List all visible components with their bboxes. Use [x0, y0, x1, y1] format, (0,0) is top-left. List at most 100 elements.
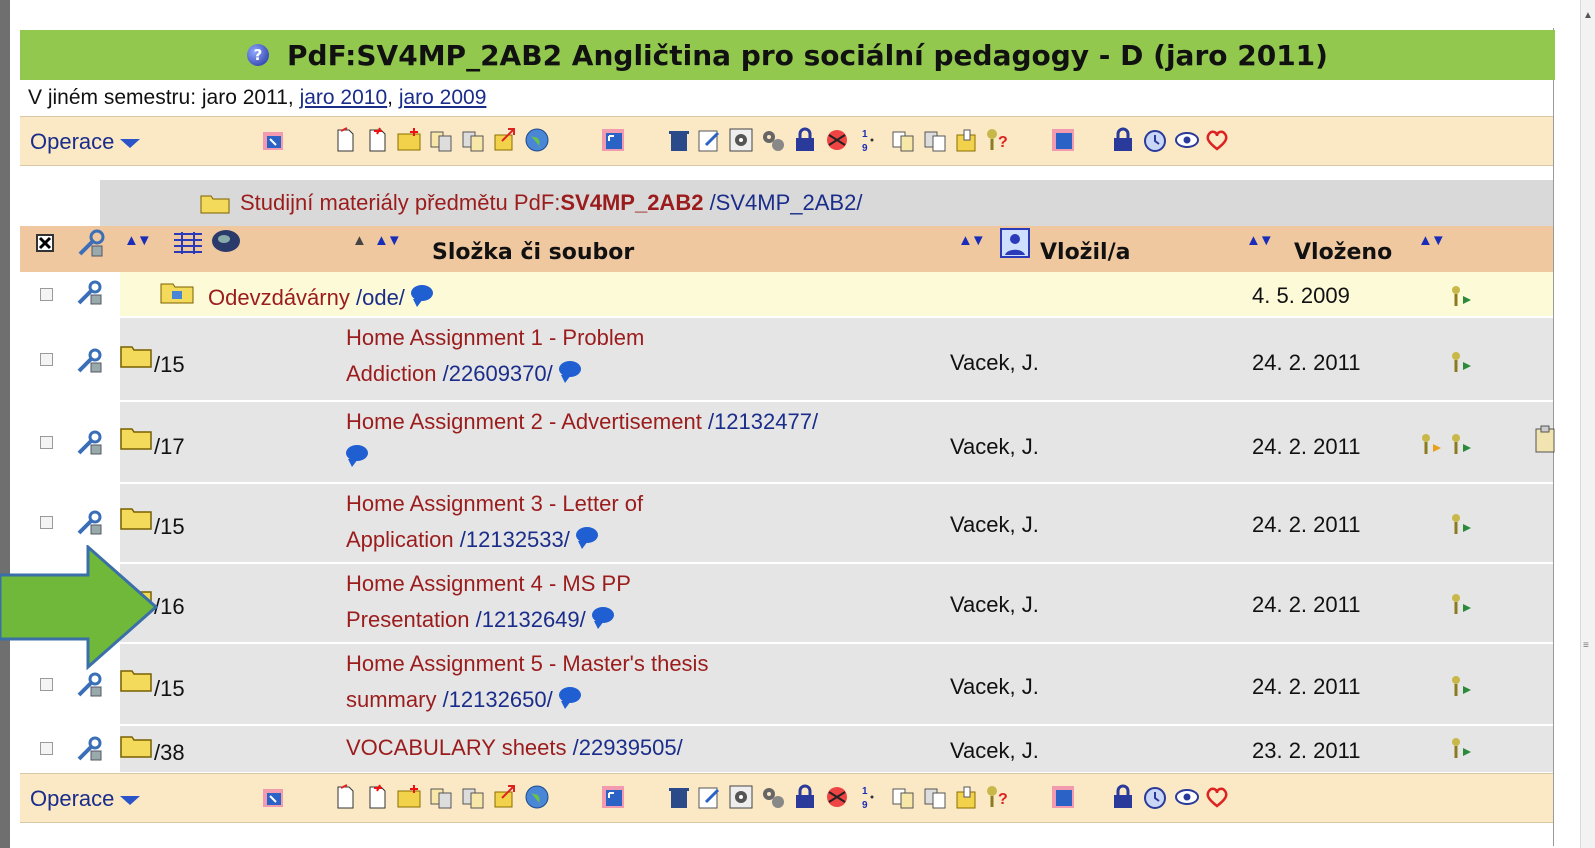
stamp-icon[interactable] — [824, 127, 850, 153]
folder-link[interactable]: Odevzdávárny /ode/ — [208, 280, 433, 316]
help-icon[interactable]: ? — [247, 44, 270, 66]
key-help-icon[interactable]: ? — [984, 127, 1010, 153]
sort-arrows-date-icon[interactable]: ▲▼ — [1246, 232, 1274, 249]
archive-icon[interactable] — [954, 784, 980, 810]
key-help-icon[interactable]: ? — [984, 784, 1010, 810]
folder-icon[interactable] — [120, 734, 152, 758]
settings-icon[interactable] — [728, 127, 754, 153]
row-checkbox[interactable] — [40, 742, 53, 755]
upload-icon[interactable] — [332, 784, 358, 810]
key-icon[interactable] — [1450, 674, 1474, 698]
edit-icon[interactable] — [696, 784, 722, 810]
sort-arrows-name-icon[interactable]: ▲▼ — [374, 232, 402, 249]
sort-up-icon[interactable]: ▲ — [352, 232, 367, 249]
copy-icon[interactable] — [428, 127, 454, 153]
vertical-scrollbar[interactable] — [1580, 0, 1595, 848]
column-header-author[interactable]: Vložil/a — [1040, 240, 1130, 265]
paste-icon[interactable] — [922, 784, 948, 810]
row-checkbox[interactable] — [40, 516, 53, 529]
key-icon[interactable] — [1450, 284, 1474, 308]
row-checkbox[interactable] — [40, 353, 53, 366]
folder-icon[interactable] — [120, 506, 152, 530]
sort-arrows-author-icon[interactable]: ▲▼ — [958, 232, 986, 249]
edit-icon[interactable] — [696, 127, 722, 153]
alarm-icon[interactable] — [1142, 784, 1168, 810]
wrench-icon[interactable] — [76, 278, 104, 306]
export-icon[interactable] — [492, 784, 518, 810]
dropbox-folder-icon[interactable] — [160, 280, 194, 304]
lock2-icon[interactable] — [1110, 784, 1136, 810]
comment-bubble-icon[interactable] — [410, 285, 433, 308]
comment-bubble-icon[interactable] — [591, 607, 614, 630]
new-file-icon[interactable] — [364, 127, 390, 153]
row-checkbox[interactable] — [40, 288, 53, 301]
folder-link[interactable]: Home Assignment 4 - MS PP Presentation /1… — [346, 566, 631, 638]
upload-icon[interactable] — [332, 127, 358, 153]
wrench-icon[interactable] — [76, 346, 104, 374]
trash-icon[interactable] — [666, 784, 692, 810]
key-icon[interactable] — [1450, 512, 1474, 536]
comment-bubble-icon[interactable] — [575, 527, 598, 550]
clipboard-icon[interactable] — [1534, 424, 1556, 454]
new-folder-icon[interactable] — [396, 784, 422, 810]
folder-link[interactable]: Home Assignment 5 - Master's thesis summa… — [346, 646, 708, 718]
folder-link[interactable]: Home Assignment 3 - Letter of Application… — [346, 486, 643, 558]
export-icon[interactable] — [492, 127, 518, 153]
wrench-icon[interactable] — [76, 734, 104, 762]
wrench-icon[interactable] — [76, 508, 104, 536]
copy2-icon[interactable] — [890, 127, 916, 153]
column-header-date[interactable]: Vloženo — [1294, 240, 1392, 265]
eye-icon[interactable] — [1174, 127, 1200, 153]
new-file-icon[interactable] — [364, 784, 390, 810]
paste-icon[interactable] — [922, 127, 948, 153]
select-icon[interactable] — [600, 127, 626, 153]
key-icon[interactable] — [1450, 592, 1474, 616]
heart-icon[interactable] — [1204, 127, 1230, 153]
new-folder-icon[interactable] — [396, 127, 422, 153]
eye-icon[interactable] — [1174, 784, 1200, 810]
copy-icon[interactable] — [428, 784, 454, 810]
sort-icon[interactable]: 19 — [854, 127, 880, 153]
comment-bubble-icon[interactable] — [558, 687, 581, 710]
wrench-icon[interactable] — [76, 428, 104, 456]
archive-icon[interactable] — [954, 127, 980, 153]
folder-link[interactable]: VOCABULARY sheets /22939505/ — [346, 730, 683, 766]
wrench-icon[interactable] — [76, 228, 106, 258]
column-header-name[interactable]: Složka či soubor — [432, 240, 634, 265]
move-icon[interactable] — [460, 127, 486, 153]
settings-icon[interactable] — [728, 784, 754, 810]
deselect-all-icon[interactable] — [36, 234, 54, 252]
grid-icon[interactable] — [172, 230, 204, 254]
lock-icon[interactable] — [792, 784, 818, 810]
sort-arrows-icon[interactable]: ▲▼ — [124, 232, 152, 249]
select2-icon[interactable] — [1050, 784, 1076, 810]
globe-icon[interactable] — [524, 127, 550, 153]
row-checkbox[interactable] — [40, 436, 53, 449]
comment-bubble-icon[interactable] — [346, 445, 368, 468]
select-all-icon[interactable] — [260, 127, 286, 153]
sort-arrows-extra-icon[interactable]: ▲▼ — [1418, 232, 1446, 249]
folder-icon[interactable] — [120, 668, 152, 692]
select2-icon[interactable] — [1050, 127, 1076, 153]
key-edit-icon[interactable] — [1420, 432, 1444, 456]
trash-icon[interactable] — [666, 127, 692, 153]
folder-link[interactable]: Home Assignment 2 - Advertisement /12132… — [346, 404, 818, 476]
key-icon[interactable] — [1450, 736, 1474, 760]
row-checkbox[interactable] — [40, 678, 53, 691]
folder-icon[interactable] — [120, 426, 152, 450]
move-icon[interactable] — [460, 784, 486, 810]
heart-icon[interactable] — [1204, 784, 1230, 810]
alarm-icon[interactable] — [1142, 127, 1168, 153]
scroll-up-arrow-icon[interactable]: ▲ — [1583, 10, 1593, 21]
folder-link[interactable]: Home Assignment 1 - Problem Addiction /22… — [346, 320, 644, 392]
operace-menu-button[interactable]: Operace — [30, 129, 141, 155]
comment-bubble-icon[interactable] — [558, 361, 581, 384]
wrench-icon[interactable] — [76, 670, 104, 698]
lock2-icon[interactable] — [1110, 127, 1136, 153]
globe-icon[interactable] — [524, 784, 550, 810]
folder-icon[interactable] — [120, 344, 152, 368]
key-icon[interactable] — [1450, 350, 1474, 374]
user-icon[interactable] — [1000, 228, 1030, 258]
key-icon[interactable] — [1450, 432, 1474, 456]
lock-icon[interactable] — [792, 127, 818, 153]
